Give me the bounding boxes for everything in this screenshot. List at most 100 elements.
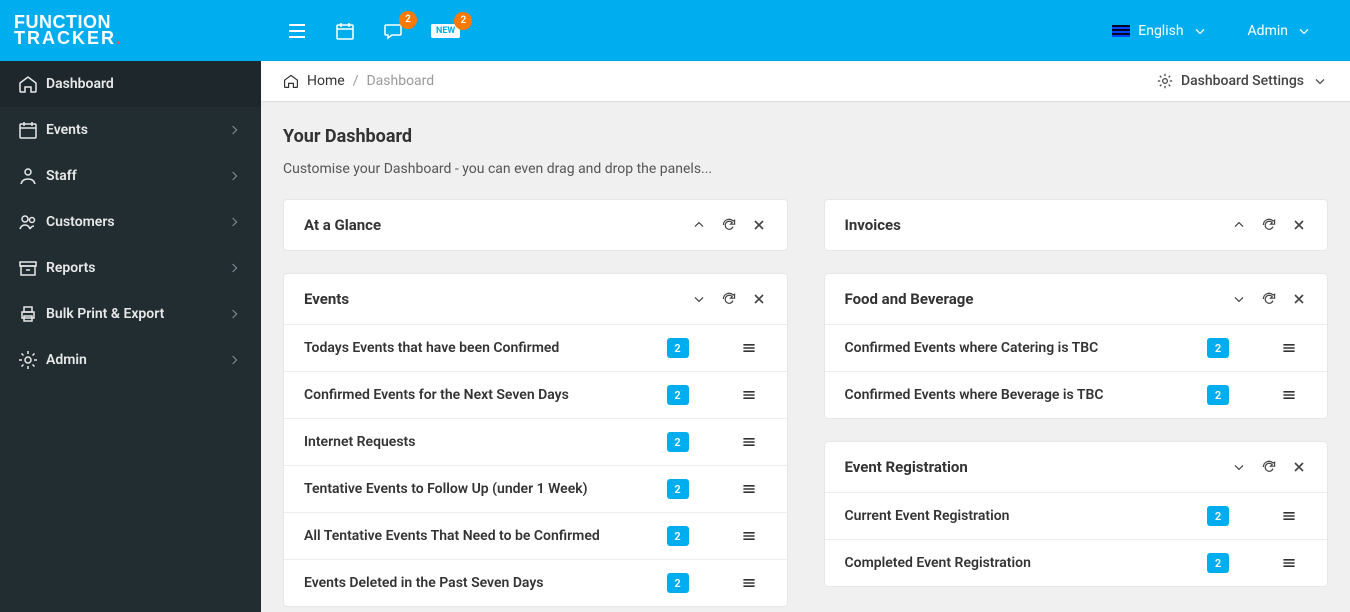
panel-row[interactable]: Confirmed Events where Catering is TBC2 xyxy=(825,324,1328,371)
sidebar-item-staff[interactable]: Staff xyxy=(0,153,261,199)
panel-refresh-icon[interactable] xyxy=(721,217,737,233)
panel-header[interactable]: At a Glance xyxy=(284,200,787,250)
panel-toggle-icon[interactable] xyxy=(691,217,707,233)
row-count-badge: 2 xyxy=(1207,506,1229,526)
panel-row[interactable]: Completed Event Registration2 xyxy=(825,539,1328,586)
sidebar-item-customers[interactable]: Customers xyxy=(0,199,261,245)
panel-row[interactable]: Events Deleted in the Past Seven Days 2 xyxy=(284,559,787,606)
row-menu-icon[interactable] xyxy=(1281,508,1297,524)
panel-refresh-icon[interactable] xyxy=(1261,217,1277,233)
panel-close-icon[interactable] xyxy=(1291,291,1307,307)
dashboard-left-column: At a Glance Events Todays Events that have… xyxy=(283,199,788,607)
chevron-right-icon xyxy=(227,168,243,184)
panel-row[interactable]: Internet Requests2 xyxy=(284,418,787,465)
language-selector[interactable]: English xyxy=(1112,23,1207,39)
panel-toggle-icon[interactable] xyxy=(691,291,707,307)
row-menu-icon[interactable] xyxy=(741,481,757,497)
brand-logo[interactable]: FUNCTION TRACKER. xyxy=(0,15,261,46)
sidebar: Dashboard Events Staff CustomersReportsBulk… xyxy=(0,61,261,612)
panel-title: Events xyxy=(304,290,349,308)
user-menu-label: Admin xyxy=(1248,23,1288,39)
sidebar-item-label: Dashboard xyxy=(46,76,114,92)
row-label: Confirmed Events where Catering is TBC xyxy=(845,340,1196,356)
chat-icon[interactable]: 2 xyxy=(383,21,403,41)
row-count-badge: 2 xyxy=(667,479,689,499)
panel-close-icon[interactable] xyxy=(1291,217,1307,233)
archive-icon xyxy=(18,258,46,278)
row-label: Events Deleted in the Past Seven Days xyxy=(304,575,655,591)
panel-events: Events Todays Events that have been Confi… xyxy=(283,273,788,607)
panel-refresh-icon[interactable] xyxy=(1261,291,1277,307)
breadcrumb-current: Dashboard xyxy=(366,73,434,89)
row-menu-icon[interactable] xyxy=(741,528,757,544)
row-menu-icon[interactable] xyxy=(741,340,757,356)
row-count-badge: 2 xyxy=(1207,553,1229,573)
sidebar-item-dashboard[interactable]: Dashboard xyxy=(0,61,261,107)
gear-icon xyxy=(18,350,46,370)
panel-toggle-icon[interactable] xyxy=(1231,291,1247,307)
panel-body: Todays Events that have been Confirmed2C… xyxy=(284,324,787,606)
panel-close-icon[interactable] xyxy=(751,291,767,307)
row-count-badge: 2 xyxy=(667,573,689,593)
row-menu-icon[interactable] xyxy=(1281,387,1297,403)
flag-uk-icon xyxy=(1112,25,1130,37)
chevron-down-icon xyxy=(1312,73,1328,89)
row-menu-icon[interactable] xyxy=(1281,340,1297,356)
user-menu[interactable]: Admin xyxy=(1248,23,1312,39)
panel-row[interactable]: Todays Events that have been Confirmed2 xyxy=(284,324,787,371)
settings-label: Dashboard Settings xyxy=(1181,73,1304,89)
home-icon xyxy=(18,74,46,94)
sidebar-item-label: Events xyxy=(46,122,88,138)
panel-close-icon[interactable] xyxy=(751,217,767,233)
panel-title: At a Glance xyxy=(304,216,381,234)
panel-body: Current Event Registration2Completed Eve… xyxy=(825,492,1328,586)
logo-line2: TRACKER xyxy=(14,28,116,48)
panel-row[interactable]: Confirmed Events where Beverage is TBC2 xyxy=(825,371,1328,418)
printer-icon xyxy=(18,304,46,324)
nav-toggle-icon[interactable] xyxy=(287,21,307,41)
row-menu-icon[interactable] xyxy=(741,387,757,403)
sidebar-item-admin[interactable]: Admin xyxy=(0,337,261,383)
panel-header[interactable]: Events xyxy=(284,274,787,324)
new-button[interactable]: NEW 2 xyxy=(431,24,460,38)
panel-toggle-icon[interactable] xyxy=(1231,459,1247,475)
panel-row[interactable]: All Tentative Events That Need to be Con… xyxy=(284,512,787,559)
row-menu-icon[interactable] xyxy=(741,434,757,450)
panel-header[interactable]: Food and Beverage xyxy=(825,274,1328,324)
dashboard-settings-button[interactable]: Dashboard Settings xyxy=(1157,73,1328,89)
panel-header[interactable]: Invoices xyxy=(825,200,1328,250)
breadcrumb-home[interactable]: Home xyxy=(307,73,345,89)
row-label: Todays Events that have been Confirmed xyxy=(304,340,655,356)
row-menu-icon[interactable] xyxy=(741,575,757,591)
page-title: Your Dashboard xyxy=(283,126,1328,147)
user-icon xyxy=(18,166,46,186)
calendar-icon[interactable] xyxy=(335,21,355,41)
language-label: English xyxy=(1138,23,1183,39)
breadcrumb-bar: Home / Dashboard Dashboard Settings xyxy=(261,61,1350,102)
dashboard-right-column: InvoicesFood and BeverageConfirmed Event… xyxy=(824,199,1329,607)
row-menu-icon[interactable] xyxy=(1281,555,1297,571)
panel-close-icon[interactable] xyxy=(1291,459,1307,475)
panel-at-a-glance: At a Glance xyxy=(283,199,788,251)
top-header: FUNCTION TRACKER. 2 NEW 2 English Admin xyxy=(0,0,1350,61)
chevron-down-icon xyxy=(1192,23,1208,39)
panel-row[interactable]: Current Event Registration2 xyxy=(825,492,1328,539)
chevron-right-icon xyxy=(227,352,243,368)
sidebar-item-reports[interactable]: Reports xyxy=(0,245,261,291)
panel-refresh-icon[interactable] xyxy=(1261,459,1277,475)
panel-refresh-icon[interactable] xyxy=(721,291,737,307)
chat-badge: 2 xyxy=(399,11,417,29)
panel-row[interactable]: Confirmed Events for the Next Seven Days… xyxy=(284,371,787,418)
panel-row[interactable]: Tentative Events to Follow Up (under 1 W… xyxy=(284,465,787,512)
panel-toggle-icon[interactable] xyxy=(1231,217,1247,233)
sidebar-item-label: Admin xyxy=(46,352,87,368)
sidebar-item-bulk-print-export[interactable]: Bulk Print & Export xyxy=(0,291,261,337)
chevron-right-icon xyxy=(227,260,243,276)
sidebar-item-events[interactable]: Events xyxy=(0,107,261,153)
sidebar-item-label: Staff xyxy=(46,168,77,184)
panel-event-registration: Event RegistrationCurrent Event Registra… xyxy=(824,441,1329,587)
panel-title: Invoices xyxy=(845,216,901,234)
users-icon xyxy=(18,212,46,232)
panel-header[interactable]: Event Registration xyxy=(825,442,1328,492)
page-description: Customise your Dashboard - you can even … xyxy=(283,161,1328,177)
